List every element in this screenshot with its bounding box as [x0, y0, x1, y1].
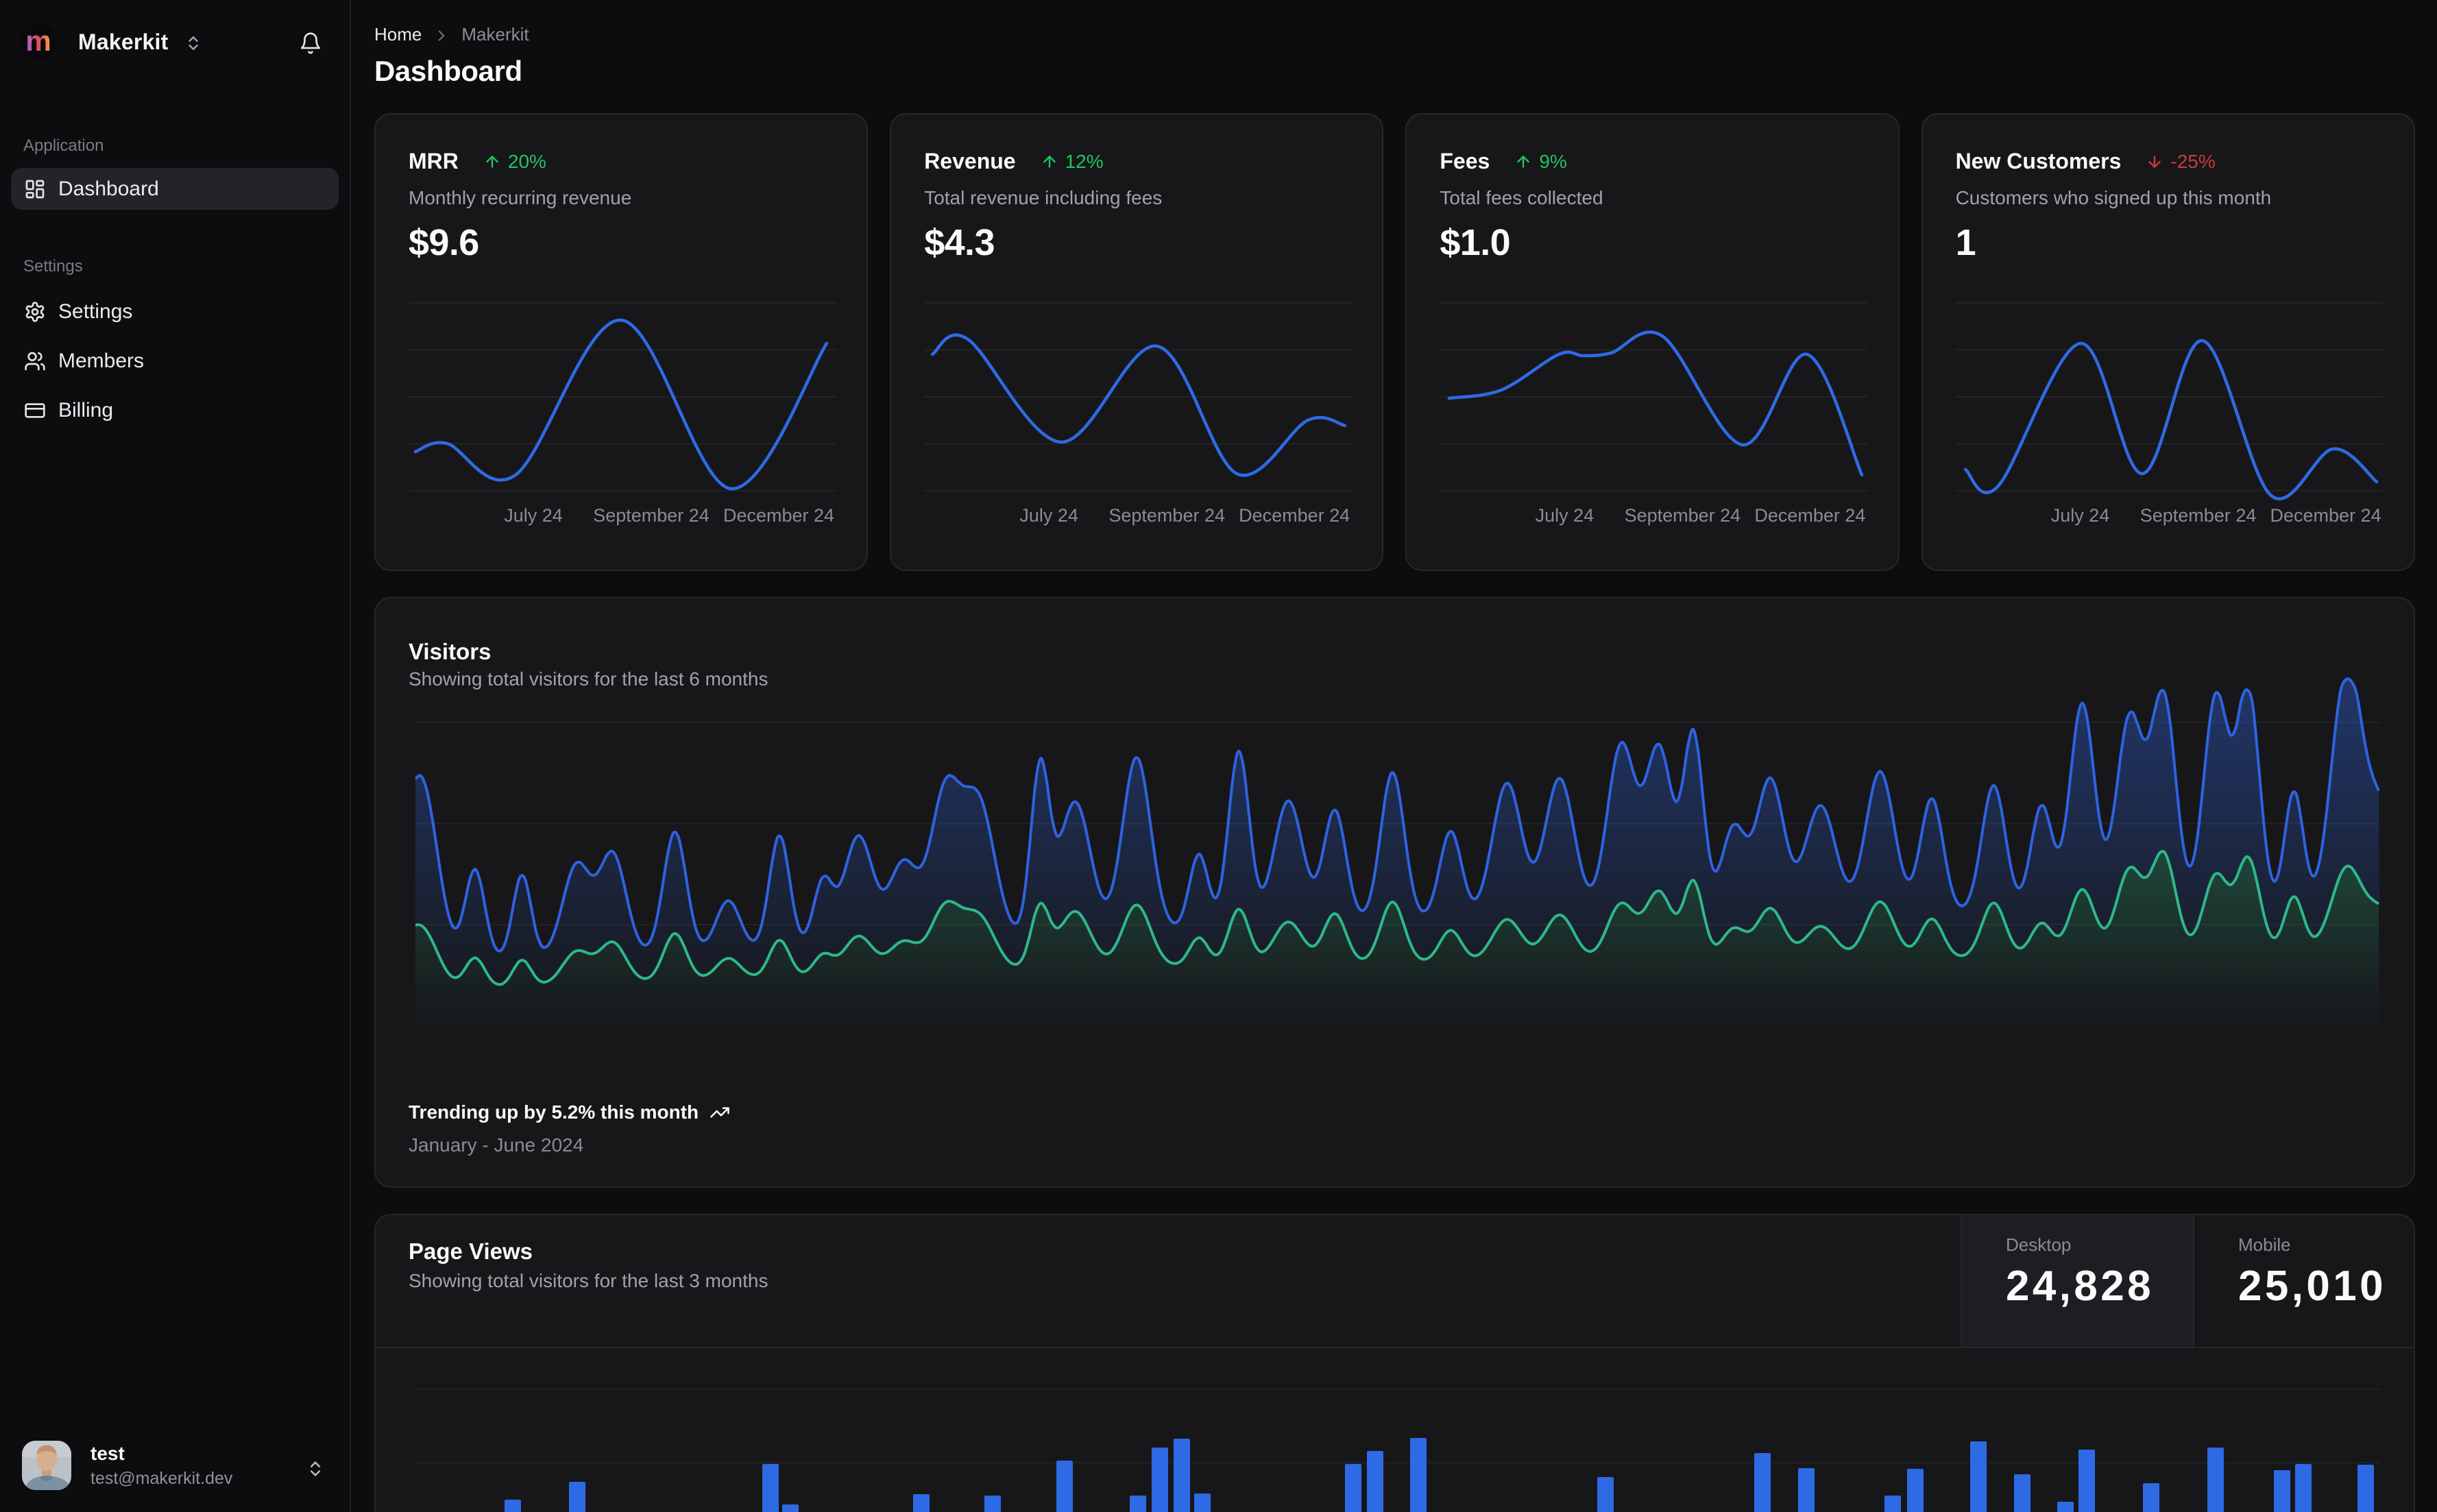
svg-text:m: m	[25, 25, 51, 57]
